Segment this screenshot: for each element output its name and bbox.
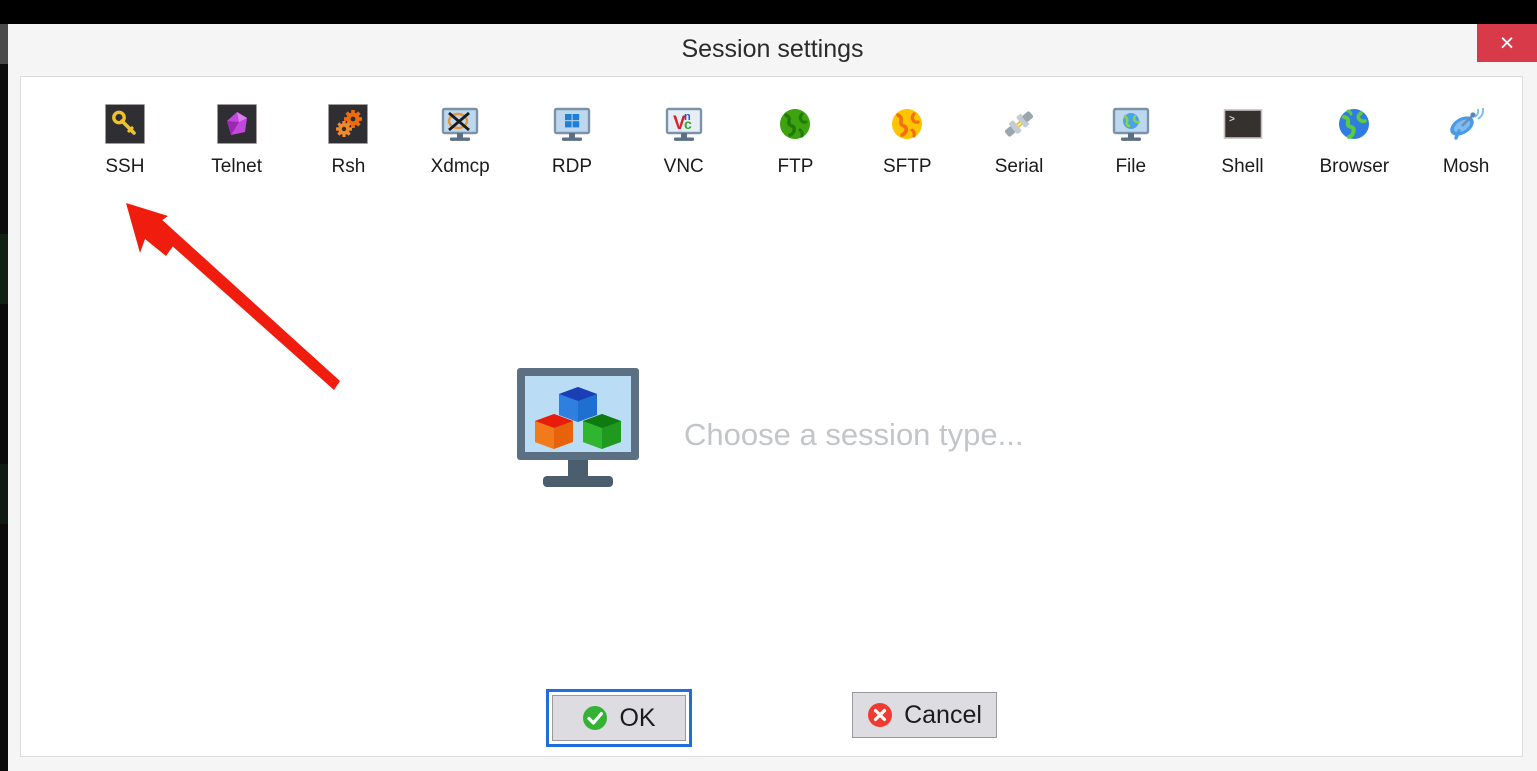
session-type-rsh[interactable]: Rsh [293, 103, 405, 213]
ok-button-focus-ring: OK [546, 689, 692, 747]
x-circle-icon [868, 703, 893, 727]
monitor-cubes-icon [516, 367, 640, 502]
orange-globe-icon [886, 103, 928, 145]
session-type-browser[interactable]: Browser [1298, 103, 1410, 213]
session-type-label: RDP [551, 156, 592, 177]
monitor-x-icon [439, 103, 481, 145]
session-type-telnet[interactable]: Telnet [181, 103, 293, 213]
svg-text:>: > [1229, 115, 1235, 126]
placeholder-caption: Choose a session type... [684, 416, 1024, 452]
session-type-vnc[interactable]: V n c VNC [628, 103, 740, 213]
gem-icon [216, 103, 258, 145]
plug-icon [998, 103, 1040, 145]
session-type-rdp[interactable]: RDP [516, 103, 628, 213]
cancel-button[interactable]: Cancel [852, 692, 997, 738]
session-type-label: Mosh [1442, 156, 1490, 177]
session-type-file[interactable]: File [1075, 103, 1187, 213]
key-icon [104, 103, 146, 145]
session-type-sftp[interactable]: SFTP [851, 103, 963, 213]
session-type-xdmcp[interactable]: Xdmcp [404, 103, 516, 213]
desktop-left-strip [0, 24, 8, 771]
page-title: Session settings [681, 35, 864, 63]
session-type-toolbar: SSH Telnet Rsh Xdmcp RDP V n c VNC FTP S… [21, 103, 1522, 213]
satellite-dish-icon [1445, 103, 1487, 145]
cancel-button-label: Cancel [904, 700, 982, 729]
session-type-label: Shell [1221, 156, 1264, 177]
ok-button[interactable]: OK [552, 695, 686, 741]
blue-globe-icon [1333, 103, 1375, 145]
session-type-label: SSH [105, 156, 145, 177]
monitor-windows-icon [551, 103, 593, 145]
check-circle-icon [583, 706, 608, 730]
session-type-label: Browser [1319, 156, 1390, 177]
session-type-label: Rsh [331, 156, 366, 177]
button-row: OK Cancel [21, 689, 1522, 747]
dialog-body: SSH Telnet Rsh Xdmcp RDP V n c VNC FTP S… [20, 76, 1523, 757]
session-type-shell[interactable]: > Shell [1187, 103, 1299, 213]
session-type-serial[interactable]: Serial [963, 103, 1075, 213]
session-settings-window: Session settings × SSH Telnet Rsh Xdmcp … [8, 24, 1537, 771]
close-icon[interactable]: × [1477, 24, 1537, 62]
session-type-ssh[interactable]: SSH [69, 103, 181, 213]
green-globe-icon [774, 103, 816, 145]
desktop-top-strip [0, 0, 1537, 24]
ok-button-label: OK [619, 703, 656, 732]
monitor-vnc-icon: V n c [663, 103, 705, 145]
session-type-label: Xdmcp [430, 156, 490, 177]
session-type-label: SFTP [882, 156, 932, 177]
session-type-mosh[interactable]: Mosh [1410, 103, 1522, 213]
session-type-label: Serial [994, 156, 1044, 177]
session-type-label: Telnet [211, 156, 262, 177]
terminal-icon: > [1222, 103, 1264, 145]
session-type-ftp[interactable]: FTP [740, 103, 852, 213]
session-type-label: File [1115, 156, 1147, 177]
gears-icon [327, 103, 369, 145]
session-type-label: VNC [663, 156, 704, 177]
title-bar: Session settings × [8, 24, 1537, 75]
monitor-globe-icon [1110, 103, 1152, 145]
session-type-label: FTP [777, 156, 814, 177]
svg-text:c: c [684, 116, 692, 132]
placeholder-area: Choose a session type... [21, 367, 1522, 502]
